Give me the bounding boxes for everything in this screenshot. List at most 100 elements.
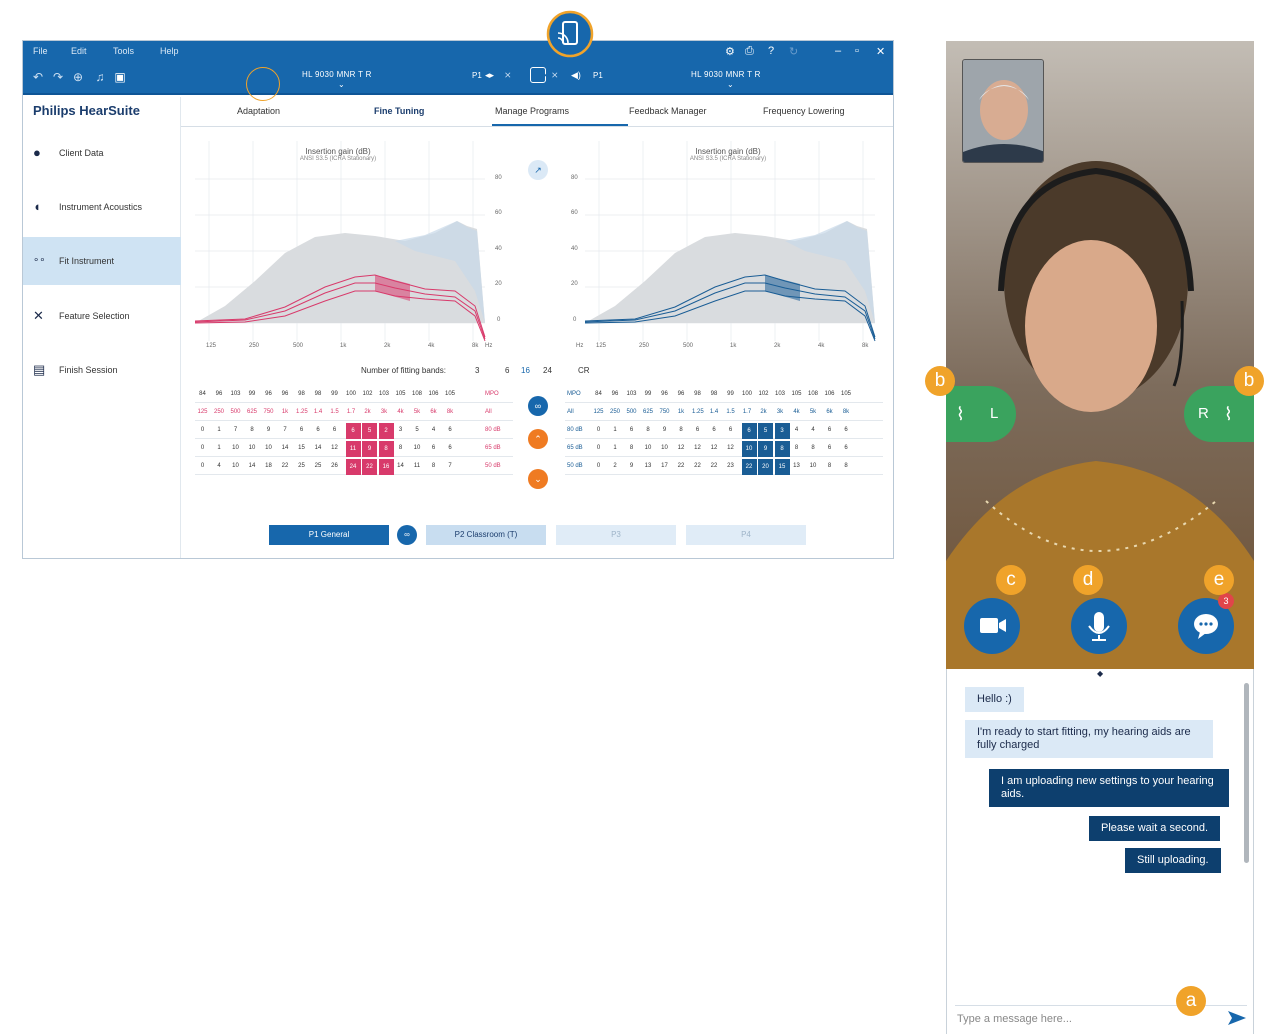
- right-instrument-name[interactable]: HL 9030 MNR T R: [691, 70, 761, 79]
- undo-icon[interactable]: ↶: [31, 70, 45, 84]
- settings-icon[interactable]: ⚙: [725, 45, 735, 58]
- table-cell[interactable]: 10: [230, 463, 241, 469]
- program-button-p2[interactable]: P2 Classroom (T): [426, 525, 546, 545]
- redo-icon[interactable]: ↷: [51, 70, 65, 84]
- table-cell[interactable]: 6: [841, 445, 852, 451]
- table-cell[interactable]: 5: [758, 423, 773, 439]
- camera-toggle-button[interactable]: [964, 598, 1020, 654]
- table-cell[interactable]: 8: [643, 427, 654, 433]
- tab-adaptation[interactable]: Adaptation: [237, 106, 280, 116]
- table-cell[interactable]: 1: [214, 427, 225, 433]
- table-cell[interactable]: 14: [395, 463, 406, 469]
- microphone-toggle-button[interactable]: [1071, 598, 1127, 654]
- table-cell[interactable]: 6: [445, 445, 456, 451]
- chat-message-input[interactable]: Type a message here...: [957, 1013, 1072, 1025]
- decrease-icon[interactable]: ⌄: [528, 469, 548, 489]
- table-cell[interactable]: 12: [725, 445, 736, 451]
- link-icon[interactable]: ∞: [528, 396, 548, 416]
- program-button-p1[interactable]: P1 General: [269, 525, 389, 545]
- table-cell[interactable]: 14: [313, 445, 324, 451]
- table-cell[interactable]: 6: [725, 427, 736, 433]
- table-cell[interactable]: 8: [774, 441, 790, 457]
- sidebar-item-instrument-acoustics[interactable]: ◖ Instrument Acoustics: [23, 183, 181, 231]
- table-cell[interactable]: 20: [758, 459, 773, 475]
- table-cell[interactable]: 0: [593, 427, 604, 433]
- table-cell[interactable]: 4: [808, 427, 819, 433]
- table-cell[interactable]: 10: [412, 445, 423, 451]
- tab-frequency-lowering[interactable]: Frequency Lowering: [763, 106, 845, 116]
- table-cell[interactable]: 7: [280, 427, 291, 433]
- table-cell[interactable]: 9: [362, 441, 377, 457]
- table-cell[interactable]: 4: [791, 427, 802, 433]
- table-cell[interactable]: 0: [593, 463, 604, 469]
- table-cell[interactable]: 26: [329, 463, 340, 469]
- program-button-p3[interactable]: P3: [556, 525, 676, 545]
- table-cell[interactable]: 6: [428, 445, 439, 451]
- table-cell[interactable]: 5: [412, 427, 423, 433]
- table-cell[interactable]: 22: [709, 463, 720, 469]
- table-cell[interactable]: 3: [395, 427, 406, 433]
- mute-icon[interactable]: ⨯: [504, 70, 512, 81]
- table-cell[interactable]: 2: [610, 463, 621, 469]
- table-cell[interactable]: 25: [296, 463, 307, 469]
- maximize-icon[interactable]: ▫: [855, 45, 859, 57]
- table-cell[interactable]: 3: [774, 423, 790, 439]
- table-cell[interactable]: 8: [841, 463, 852, 469]
- band-option-16[interactable]: 16: [521, 366, 530, 375]
- table-cell[interactable]: 6: [445, 427, 456, 433]
- sidebar-item-finish-session[interactable]: ▤ Finish Session: [23, 346, 181, 394]
- menu-help[interactable]: Help: [160, 46, 179, 56]
- sidebar-item-feature-selection[interactable]: ✕ Feature Selection: [23, 292, 181, 340]
- band-option-6[interactable]: 6: [505, 366, 509, 375]
- table-cell[interactable]: 7: [445, 463, 456, 469]
- send-icon[interactable]: [1227, 1009, 1247, 1027]
- menu-file[interactable]: File: [33, 46, 48, 56]
- table-cell[interactable]: 10: [263, 445, 274, 451]
- sidebar-item-fit-instrument[interactable]: ∘∘ Fit Instrument: [23, 237, 181, 285]
- table-cell[interactable]: 6: [824, 445, 835, 451]
- table-cell[interactable]: 12: [709, 445, 720, 451]
- table-cell[interactable]: 0: [197, 463, 208, 469]
- table-cell[interactable]: 6: [824, 427, 835, 433]
- table-cell[interactable]: 11: [345, 441, 361, 457]
- left-hearing-aid-button[interactable]: ⌇ L: [946, 386, 1016, 442]
- table-cell[interactable]: 18: [263, 463, 274, 469]
- refresh-icon[interactable]: ↻: [789, 45, 798, 58]
- table-cell[interactable]: 15: [296, 445, 307, 451]
- increase-icon[interactable]: ⌃: [528, 429, 548, 449]
- table-cell[interactable]: 1: [610, 427, 621, 433]
- sidebar-item-client-data[interactable]: ● Client Data: [23, 129, 181, 177]
- table-cell[interactable]: 22: [692, 463, 703, 469]
- table-cell[interactable]: 24: [345, 459, 361, 475]
- table-cell[interactable]: 22: [741, 459, 757, 475]
- cr-label[interactable]: CR: [578, 366, 590, 375]
- table-cell[interactable]: 6: [626, 427, 637, 433]
- table-cell[interactable]: 25: [313, 463, 324, 469]
- tab-manage-programs[interactable]: Manage Programs: [495, 106, 569, 116]
- table-cell[interactable]: 5: [362, 423, 377, 439]
- table-cell[interactable]: 10: [247, 445, 258, 451]
- table-cell[interactable]: 16: [378, 459, 394, 475]
- play-icon[interactable]: ◂▸: [485, 70, 494, 81]
- program-button-p4[interactable]: P4: [686, 525, 806, 545]
- music-note-icon[interactable]: ♫: [93, 70, 107, 84]
- table-cell[interactable]: 12: [692, 445, 703, 451]
- chart-view-icon[interactable]: ↗: [528, 160, 548, 180]
- table-cell[interactable]: 6: [296, 427, 307, 433]
- table-cell[interactable]: 22: [280, 463, 291, 469]
- table-cell[interactable]: 9: [758, 441, 773, 457]
- table-cell[interactable]: 8: [378, 441, 394, 457]
- table-cell[interactable]: 0: [593, 445, 604, 451]
- table-cell[interactable]: 8: [395, 445, 406, 451]
- table-cell[interactable]: 0: [197, 427, 208, 433]
- tab-fine-tuning[interactable]: Fine Tuning: [374, 106, 424, 116]
- table-cell[interactable]: 8: [247, 427, 258, 433]
- table-cell[interactable]: 10: [741, 441, 757, 457]
- table-cell[interactable]: 23: [725, 463, 736, 469]
- band-option-24[interactable]: 24: [543, 366, 552, 375]
- resize-handle-icon[interactable]: ◆: [1097, 669, 1103, 678]
- table-cell[interactable]: 6: [313, 427, 324, 433]
- tab-feedback-manager[interactable]: Feedback Manager: [629, 106, 707, 116]
- table-cell[interactable]: 10: [808, 463, 819, 469]
- menu-edit[interactable]: Edit: [71, 46, 87, 56]
